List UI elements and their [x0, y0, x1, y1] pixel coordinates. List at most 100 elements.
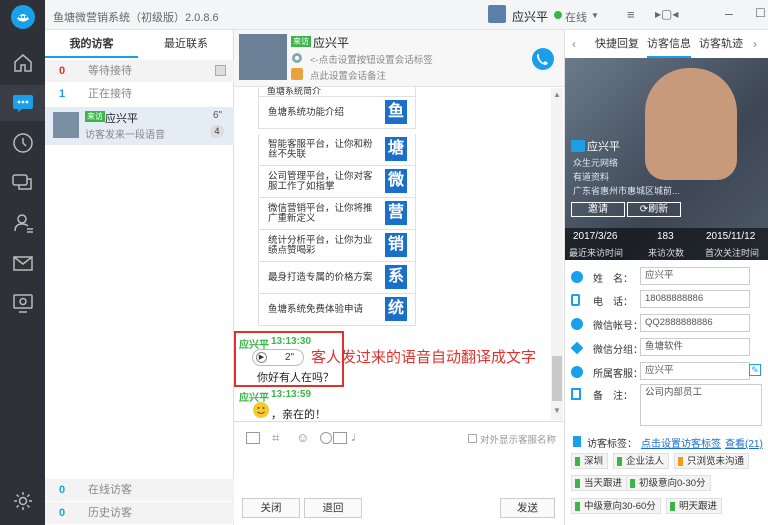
- settings-gear-icon[interactable]: [291, 52, 303, 64]
- call-button[interactable]: [532, 48, 554, 70]
- field-value[interactable]: 应兴平: [640, 362, 750, 380]
- menu-item[interactable]: 鱼塘系统免费体验申请 统: [258, 294, 416, 326]
- image-icon[interactable]: [246, 432, 260, 444]
- menu-icon[interactable]: ≡: [627, 7, 635, 22]
- note-hint[interactable]: 点此设置会话备注: [310, 68, 386, 82]
- visit-stats: 2017/3/26 最近来访时间 183 来访次数 2015/11/12 首次关…: [565, 228, 768, 260]
- visitor-tag[interactable]: 只浏览未沟通: [674, 453, 750, 469]
- chat-icon[interactable]: [0, 85, 45, 121]
- scroll-down-icon[interactable]: ▼: [553, 406, 561, 415]
- view-tags-link[interactable]: 查看(21): [725, 435, 763, 450]
- visitor-tag[interactable]: 企业法人: [613, 453, 670, 469]
- visitor-entry[interactable]: 来访 应兴平 访客发来一段语音 6" 4: [45, 107, 234, 145]
- chevron-left-icon[interactable]: ‹: [572, 30, 576, 58]
- minimize-icon[interactable]: –: [725, 5, 733, 21]
- group-history[interactable]: 0 历史访客: [45, 502, 234, 524]
- field-phone: 电 话： 18088888886: [571, 290, 763, 310]
- refresh-icon: ⟳: [639, 204, 649, 215]
- group-online[interactable]: 0 在线访客: [45, 479, 234, 501]
- microphone-icon[interactable]: ♩: [351, 429, 364, 444]
- file-icon[interactable]: [333, 432, 347, 444]
- menu-item[interactable]: 鱼塘系统功能介绍 鱼: [258, 97, 416, 129]
- set-tags-link[interactable]: 点击设置访客标签: [641, 435, 721, 450]
- scroll-thumb[interactable]: [552, 356, 562, 401]
- field-agent: 所属客服： 应兴平 ✎: [571, 362, 763, 382]
- profile-name: 应兴平: [587, 141, 620, 153]
- play-icon[interactable]: ▶: [256, 352, 267, 363]
- messages-icon[interactable]: [0, 165, 45, 201]
- menu-item-text: 鱼塘系统功能介绍: [268, 107, 345, 118]
- visitor-tag[interactable]: 初级意向0-30分: [626, 475, 711, 491]
- edit-icon[interactable]: ✎: [749, 364, 761, 376]
- field-value[interactable]: 鱼塘软件: [640, 338, 750, 356]
- history-clock-icon[interactable]: [320, 432, 332, 444]
- mail-icon[interactable]: [0, 245, 45, 281]
- settings-icon[interactable]: [0, 483, 45, 519]
- crop-icon[interactable]: ⌗: [272, 430, 279, 446]
- title-bar: 鱼塘微营销系统（初级版）2.0.8.6 应兴平 在线 ▼ ≡ ▸▢◂ – ☐ ✕: [45, 0, 768, 30]
- voice-duration: 2": [285, 352, 295, 363]
- unread-badge: 4: [210, 125, 224, 138]
- field-value[interactable]: QQ2888888886: [640, 314, 750, 332]
- field-value[interactable]: 应兴平: [640, 267, 750, 285]
- return-button[interactable]: 退回: [304, 498, 362, 518]
- note-icon[interactable]: [291, 68, 303, 80]
- show-name-checkbox[interactable]: [468, 434, 477, 443]
- tab-my-visitors[interactable]: 我的访客: [45, 30, 138, 58]
- menu-item[interactable]: 公司管理平台，让你对客服工作了如指掌微: [258, 166, 416, 198]
- monitor-icon[interactable]: [0, 285, 45, 321]
- invite-button[interactable]: 邀请: [571, 202, 625, 217]
- tab-visitor-info[interactable]: 访客信息: [647, 30, 691, 58]
- voice-message[interactable]: ▶ 2": [252, 349, 304, 366]
- field-name: 姓 名： 应兴平: [571, 267, 763, 287]
- chevron-down-icon[interactable]: ▼: [591, 11, 599, 20]
- scroll-up-icon[interactable]: ▲: [553, 90, 561, 99]
- send-button[interactable]: 发送: [500, 498, 555, 518]
- visit-badge: 来访: [85, 111, 105, 122]
- emoji-icon[interactable]: ☺: [296, 430, 309, 445]
- stat-value: 183: [657, 231, 674, 242]
- menu-item[interactable]: 最身打造专属的价格方案 系: [258, 262, 416, 294]
- stat-label: 首次关注时间: [705, 248, 760, 258]
- status-select[interactable]: 在线: [565, 9, 587, 25]
- menu-item-text: 智能客服平台，让你和粉丝不失联: [268, 139, 373, 160]
- field-label: 微信帐号：: [593, 321, 643, 332]
- menu-item[interactable]: 统计分析平台，让你为业绩点赞喝彩销: [258, 230, 416, 262]
- group-waiting[interactable]: 0 等待接待: [45, 60, 234, 82]
- group-count: 0: [59, 65, 66, 77]
- stat-label: 最近来访时间: [569, 248, 624, 258]
- tab-visitor-trail[interactable]: 访客轨迹: [699, 30, 743, 58]
- tab-quick-reply[interactable]: 快捷回复: [595, 30, 639, 58]
- group-serving[interactable]: 1 正在接待: [45, 83, 234, 105]
- window-mode-icon[interactable]: ▸▢◂: [655, 7, 678, 21]
- history-icon[interactable]: [0, 125, 45, 161]
- visitor-tag[interactable]: 中级意向30-60分: [571, 498, 661, 514]
- menu-title-text: 鱼塘系统简介: [267, 87, 322, 96]
- field-value[interactable]: 18088888886: [640, 290, 750, 308]
- menu-item[interactable]: 智能客服平台，让你和粉丝不失联塘: [258, 134, 416, 166]
- menu-item-icon: 系: [385, 265, 407, 289]
- maximize-icon[interactable]: ☐: [755, 6, 766, 20]
- sidebar: [0, 0, 45, 525]
- visitor-tag[interactable]: 当天跟进: [571, 475, 628, 491]
- message-time: 13:13:30: [271, 336, 312, 347]
- menu-item[interactable]: 微信营销平台，让你将推广重新定义营: [258, 198, 416, 230]
- close-chat-button[interactable]: 关闭: [242, 498, 300, 518]
- refresh-button[interactable]: ⟳刷新: [627, 202, 681, 217]
- visitor-tag[interactable]: 明天跟进: [666, 498, 723, 514]
- profile-photo: [645, 68, 737, 180]
- chat-scrollbar[interactable]: ▲ ▼: [551, 88, 563, 420]
- collapse-icon[interactable]: [215, 65, 226, 76]
- phone-icon: [571, 294, 580, 306]
- tab-recent-contacts[interactable]: 最近联系: [138, 30, 234, 58]
- user-avatar[interactable]: [488, 5, 506, 23]
- visitor-name: 应兴平: [105, 113, 138, 125]
- contacts-icon[interactable]: [0, 205, 45, 241]
- home-icon[interactable]: [0, 45, 45, 81]
- user-icon: [571, 271, 583, 283]
- wechat-icon: [571, 140, 585, 152]
- chevron-right-icon[interactable]: ›: [753, 30, 757, 58]
- field-value[interactable]: 公司内部员工: [640, 384, 762, 426]
- input-area[interactable]: ⌗ ☺ ♩ 对外显示客服名称 关闭 退回 发送: [234, 421, 564, 525]
- visitor-tag[interactable]: 深圳: [571, 453, 609, 469]
